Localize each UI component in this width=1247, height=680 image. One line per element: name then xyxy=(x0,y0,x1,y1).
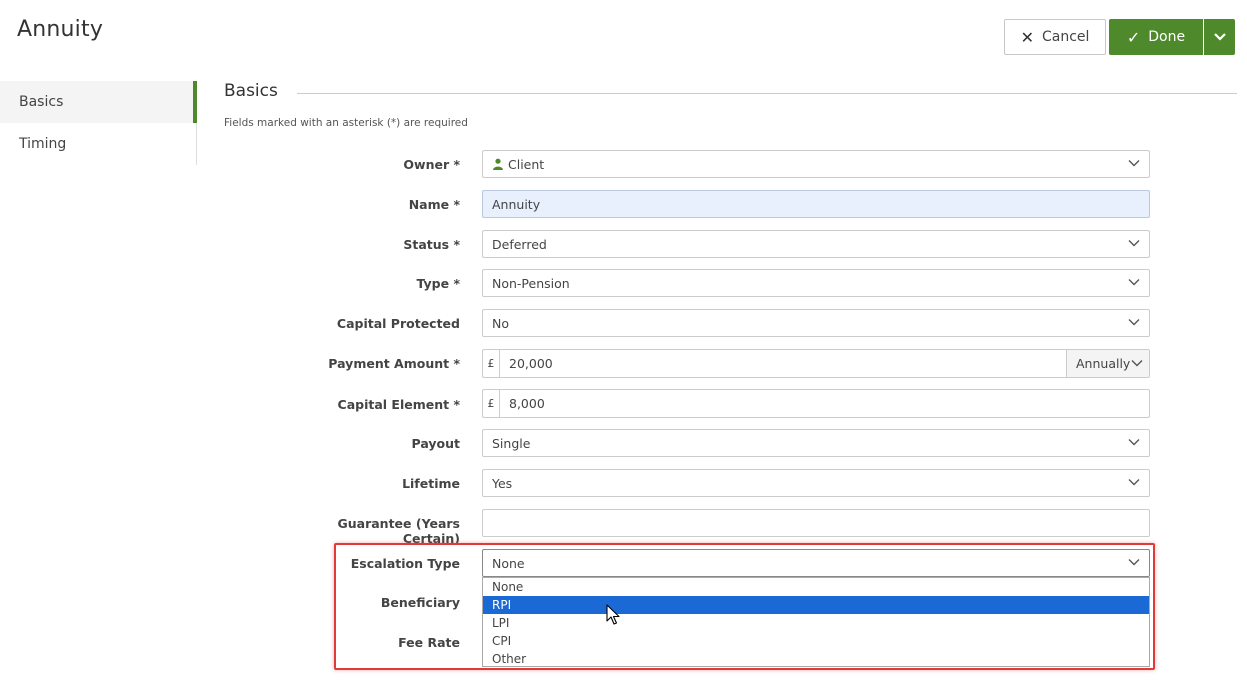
capital-protected-select[interactable]: No xyxy=(482,309,1150,337)
cancel-button[interactable]: ✕ Cancel xyxy=(1004,19,1106,55)
lifetime-value: Yes xyxy=(492,475,513,491)
chevron-down-icon xyxy=(1128,559,1140,566)
capital-protected-value: No xyxy=(492,315,509,331)
payment-amount-input[interactable]: £ 20,000 xyxy=(482,349,1067,378)
payout-label: Payout xyxy=(411,436,461,451)
type-value: Non-Pension xyxy=(492,275,570,291)
dropdown-option-cpi[interactable]: CPI xyxy=(483,632,1149,650)
payment-amount-label: Payment Amount * xyxy=(328,356,460,371)
cancel-button-label: Cancel xyxy=(1041,29,1090,45)
dropdown-option-none[interactable]: None xyxy=(483,578,1149,596)
capital-protected-label: Capital Protected xyxy=(336,316,460,331)
payment-frequency-select[interactable]: Annually xyxy=(1066,349,1150,378)
type-select[interactable]: Non-Pension xyxy=(482,269,1150,297)
name-value: Annuity xyxy=(492,196,541,212)
done-menu-button[interactable] xyxy=(1204,19,1235,55)
fee-rate-label: Fee Rate xyxy=(398,635,460,650)
chevron-down-icon xyxy=(1131,359,1143,366)
person-icon xyxy=(493,158,503,170)
guarantee-input[interactable] xyxy=(482,509,1150,537)
chevron-down-icon xyxy=(1213,33,1226,41)
chevron-down-icon xyxy=(1128,279,1140,286)
status-label: Status * xyxy=(403,237,460,252)
capital-element-value: 8,000 xyxy=(509,396,545,411)
payout-select[interactable]: Single xyxy=(482,429,1150,457)
chevron-down-icon xyxy=(1128,319,1140,326)
currency-prefix: £ xyxy=(483,390,500,417)
beneficiary-label: Beneficiary xyxy=(380,595,460,610)
status-select[interactable]: Deferred xyxy=(482,230,1150,258)
chevron-down-icon xyxy=(1128,439,1140,446)
escalation-type-value: None xyxy=(492,555,525,571)
check-icon: ✓ xyxy=(1126,27,1141,47)
sidebar-item-label: Timing xyxy=(19,136,67,152)
sidebar-item-basics[interactable]: Basics xyxy=(0,81,197,123)
lifetime-label: Lifetime xyxy=(402,476,460,491)
section-divider xyxy=(297,93,1237,94)
dropdown-option-other[interactable]: Other xyxy=(483,650,1149,668)
page-title: Annuity xyxy=(17,17,104,42)
sidebar-item-label: Basics xyxy=(19,94,64,110)
chevron-down-icon xyxy=(1128,479,1140,486)
dropdown-option-rpi[interactable]: RPI xyxy=(483,596,1149,614)
done-button-label: Done xyxy=(1148,29,1186,45)
currency-prefix: £ xyxy=(483,350,500,377)
done-button[interactable]: ✓ Done xyxy=(1109,19,1203,55)
payout-value: Single xyxy=(492,435,531,451)
sidebar-item-timing[interactable]: Timing xyxy=(0,123,196,165)
name-label: Name * xyxy=(408,197,460,212)
dropdown-option-lpi[interactable]: LPI xyxy=(483,614,1149,632)
guarantee-label: Guarantee (Years Certain) xyxy=(337,516,460,546)
mouse-cursor-icon xyxy=(606,604,620,625)
lifetime-select[interactable]: Yes xyxy=(482,469,1150,497)
payment-frequency-value: Annually xyxy=(1076,356,1131,371)
close-icon: ✕ xyxy=(1020,27,1034,47)
payment-amount-value: 20,000 xyxy=(509,356,553,371)
chevron-down-icon xyxy=(1128,240,1140,247)
required-note: Fields marked with an asterisk (*) are r… xyxy=(224,117,468,129)
name-input[interactable]: Annuity xyxy=(482,190,1150,218)
capital-element-input[interactable]: £ 8,000 xyxy=(482,389,1150,418)
type-label: Type * xyxy=(416,276,460,291)
escalation-type-label: Escalation Type xyxy=(350,556,460,571)
escalation-type-select[interactable]: None xyxy=(482,549,1150,577)
escalation-type-dropdown: None RPI LPI CPI Other xyxy=(482,577,1150,667)
owner-value: Client xyxy=(508,156,545,172)
chevron-down-icon xyxy=(1128,160,1140,167)
owner-label: Owner * xyxy=(403,157,460,172)
sidebar: Basics Timing xyxy=(0,81,197,165)
capital-element-label: Capital Element * xyxy=(337,397,460,412)
section-title: Basics xyxy=(224,81,278,101)
status-value: Deferred xyxy=(492,236,547,252)
owner-select[interactable]: Client xyxy=(482,150,1150,178)
